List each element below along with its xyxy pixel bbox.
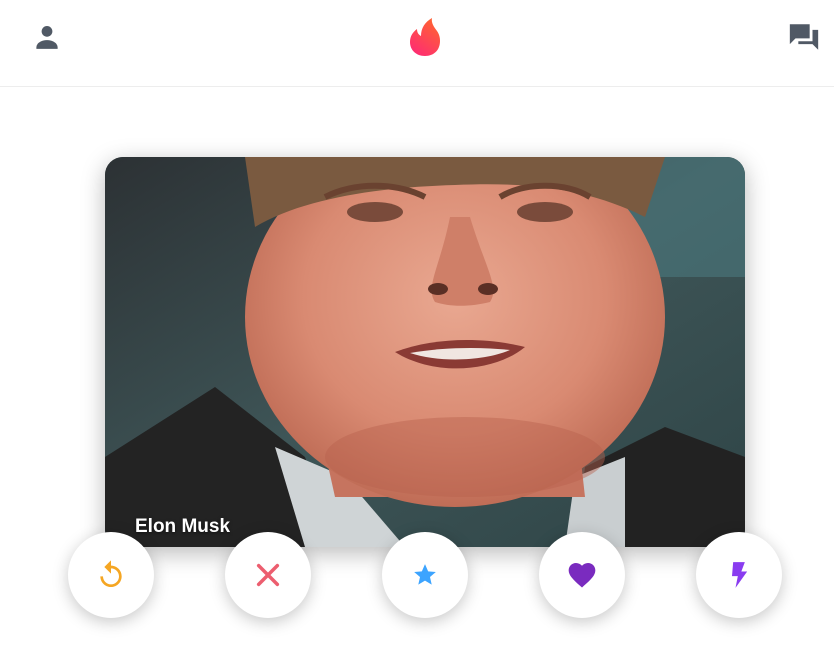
lightning-icon [732,562,748,588]
person-icon [36,26,58,49]
profile-button[interactable] [28,18,66,56]
close-icon [256,563,280,587]
flame-logo [403,15,447,59]
profile-card[interactable]: Elon Musk [105,157,745,547]
rewind-icon [100,560,122,587]
super-like-button[interactable] [382,532,468,618]
action-bar [0,532,834,620]
heart-icon [568,563,596,588]
top-bar [0,0,834,87]
star-icon [414,564,436,585]
profile-photo [105,157,745,547]
chat-bubbles-icon [789,24,819,50]
nope-button[interactable] [225,532,311,618]
flame-logo-icon [410,18,440,56]
like-button[interactable] [539,532,625,618]
rewind-button[interactable] [68,532,154,618]
messages-button[interactable] [783,16,825,58]
boost-button[interactable] [696,532,782,618]
